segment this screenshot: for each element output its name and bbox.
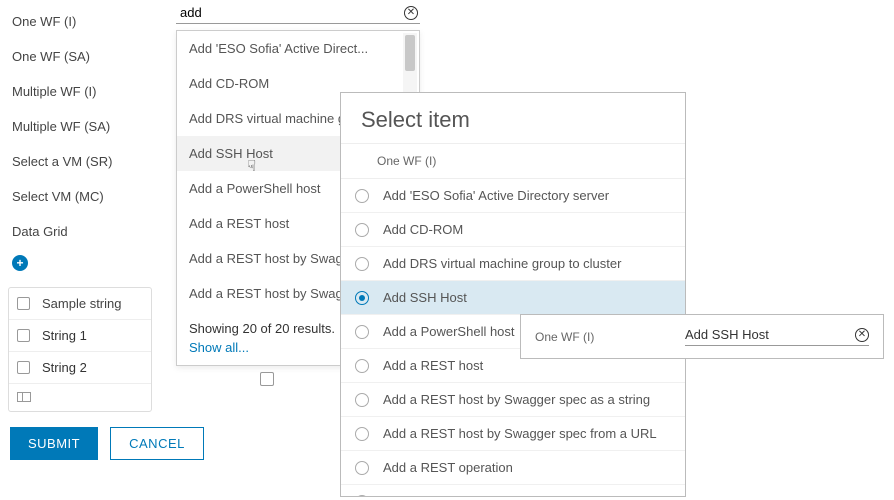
dropdown-item[interactable]: Add 'ESO Sofia' Active Direct... xyxy=(177,31,419,66)
radio-icon xyxy=(355,461,369,475)
list-item[interactable]: Add SSH Host xyxy=(341,281,685,315)
list-item-label: Add a REST host by Swagger spec as a str… xyxy=(383,392,650,407)
nav-select-vm-mc[interactable]: Select VM (MC) xyxy=(8,179,152,214)
list-item-label: Add a REST host by Swagger spec from a U… xyxy=(383,426,657,441)
radio-icon xyxy=(355,359,369,373)
radio-icon xyxy=(355,189,369,203)
list-item-label: Add a REST operation xyxy=(383,460,513,475)
nav-data-grid[interactable]: Data Grid xyxy=(8,214,152,249)
list-item-label: Add a Root Folder to SSH Host xyxy=(383,494,564,496)
nav-one-wf-i[interactable]: One WF (I) xyxy=(8,4,152,39)
list-item-label: Add a REST host xyxy=(383,358,483,373)
row-checkbox[interactable] xyxy=(17,361,30,374)
nav-select-vm-sr[interactable]: Select a VM (SR) xyxy=(8,144,152,179)
data-grid-table: Sample string String 1 String 2 xyxy=(8,287,152,412)
radio-icon xyxy=(355,291,369,305)
list-item[interactable]: Add a REST operation xyxy=(341,451,685,485)
columns-icon[interactable] xyxy=(17,392,31,402)
table-cell: String 1 xyxy=(42,328,87,343)
radio-icon xyxy=(355,495,369,497)
row-checkbox[interactable] xyxy=(17,329,30,342)
chip-label: One WF (I) xyxy=(535,330,685,344)
cancel-button[interactable]: CANCEL xyxy=(110,427,204,460)
checkbox[interactable] xyxy=(260,372,274,386)
panel-title: Select item xyxy=(341,93,685,143)
list-item[interactable]: Add 'ESO Sofia' Active Directory server xyxy=(341,179,685,213)
select-all-checkbox[interactable] xyxy=(17,297,30,310)
radio-icon xyxy=(355,257,369,271)
list-item[interactable]: Add a Root Folder to SSH Host xyxy=(341,485,685,496)
list-item-label: Add DRS virtual machine group to cluster xyxy=(383,256,621,271)
list-item-label: Add SSH Host xyxy=(383,290,467,305)
list-item[interactable]: Add a REST host by Swagger spec as a str… xyxy=(341,383,685,417)
nav-multiple-wf-sa[interactable]: Multiple WF (SA) xyxy=(8,109,152,144)
list-item-label: Add 'ESO Sofia' Active Directory server xyxy=(383,188,609,203)
table-cell: String 2 xyxy=(42,360,87,375)
table-header: Sample string xyxy=(42,296,121,311)
scrollbar-thumb[interactable] xyxy=(405,35,415,71)
add-icon[interactable]: + xyxy=(12,255,28,271)
list-item-label: Add a PowerShell host xyxy=(383,324,515,339)
radio-icon xyxy=(355,223,369,237)
submit-button[interactable]: SUBMIT xyxy=(10,427,98,460)
selected-value-chip: One WF (I) Add SSH Host ✕ xyxy=(520,314,884,359)
list-item-label: Add CD-ROM xyxy=(383,222,463,237)
clear-icon[interactable]: ✕ xyxy=(404,6,418,20)
chip-value: Add SSH Host xyxy=(685,327,847,342)
show-all-link[interactable]: Show all... xyxy=(189,340,249,355)
nav-multiple-wf-i[interactable]: Multiple WF (I) xyxy=(8,74,152,109)
list-item[interactable]: Add DRS virtual machine group to cluster xyxy=(341,247,685,281)
clear-icon[interactable]: ✕ xyxy=(855,328,869,342)
panel-group-header: One WF (I) xyxy=(341,144,685,179)
radio-icon xyxy=(355,427,369,441)
nav-one-wf-sa[interactable]: One WF (SA) xyxy=(8,39,152,74)
list-item[interactable]: Add a REST host by Swagger spec from a U… xyxy=(341,417,685,451)
list-item[interactable]: Add CD-ROM xyxy=(341,213,685,247)
radio-icon xyxy=(355,325,369,339)
select-item-panel: Select item One WF (I) Add 'ESO Sofia' A… xyxy=(340,92,686,497)
radio-icon xyxy=(355,393,369,407)
search-input[interactable] xyxy=(178,4,404,21)
